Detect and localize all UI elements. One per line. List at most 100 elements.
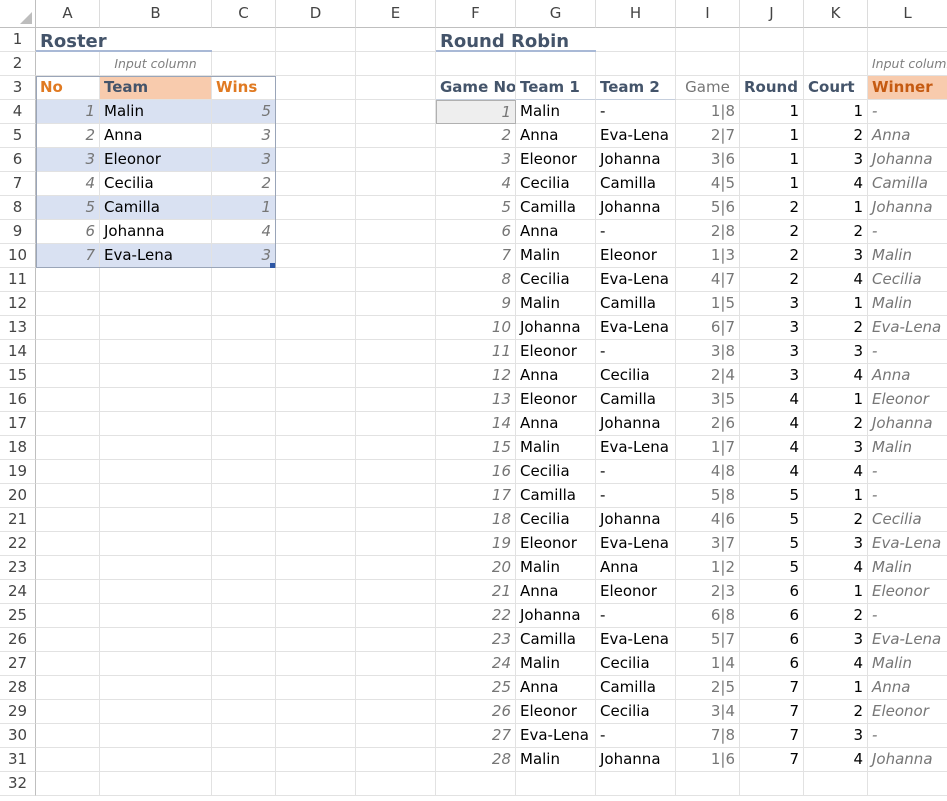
empty-cell[interactable] [100,724,212,748]
row-header-15[interactable]: 15 [0,364,36,388]
round-cell[interactable]: 7 [740,676,804,700]
column-header-K[interactable]: K [804,0,868,28]
winner-cell[interactable]: - [868,460,947,484]
empty-cell[interactable] [276,244,356,268]
round-cell[interactable]: 5 [740,484,804,508]
court-cell[interactable]: 4 [804,460,868,484]
game-pair-cell[interactable]: 3|4 [676,700,740,724]
game-no-cell[interactable]: 13 [436,388,516,412]
team1-cell[interactable]: Eva-Lena [516,724,596,748]
empty-cell[interactable] [36,316,100,340]
team2-cell[interactable]: Cecilia [596,700,676,724]
empty-cell[interactable] [212,604,276,628]
game-pair-cell[interactable]: 3|7 [676,532,740,556]
empty-cell[interactable] [100,628,212,652]
winner-cell[interactable]: - [868,100,947,124]
empty-cell[interactable] [356,340,436,364]
game-pair-cell[interactable]: 4|8 [676,460,740,484]
court-cell[interactable]: 1 [804,292,868,316]
empty-cell[interactable] [356,460,436,484]
team2-cell[interactable]: Eva-Lena [596,124,676,148]
game-no-cell[interactable]: 28 [436,748,516,772]
team2-cell[interactable]: - [596,220,676,244]
court-cell[interactable]: 4 [804,172,868,196]
row-header-6[interactable]: 6 [0,148,36,172]
round-cell[interactable]: 3 [740,364,804,388]
row-header-26[interactable]: 26 [0,628,36,652]
winner-cell[interactable]: Cecilia [868,508,947,532]
empty-cell[interactable] [36,604,100,628]
game-no-cell[interactable]: 20 [436,556,516,580]
empty-cell[interactable] [36,52,100,76]
winner-cell[interactable]: Eleonor [868,580,947,604]
roster-no-cell[interactable]: 4 [36,172,100,196]
team2-cell[interactable]: Cecilia [596,652,676,676]
row-header-11[interactable]: 11 [0,268,36,292]
row-header-5[interactable]: 5 [0,124,36,148]
game-no-cell[interactable]: 4 [436,172,516,196]
winner-cell[interactable]: Anna [868,364,947,388]
empty-cell[interactable] [276,316,356,340]
game-no-cell[interactable]: 21 [436,580,516,604]
round-robin-header-winner[interactable]: Winner [868,76,947,100]
roster-team-cell[interactable]: Eleonor [100,148,212,172]
row-header-25[interactable]: 25 [0,604,36,628]
round-cell[interactable]: 7 [740,700,804,724]
court-cell[interactable]: 3 [804,148,868,172]
game-pair-cell[interactable]: 2|7 [676,124,740,148]
roster-title[interactable]: Roster [36,28,212,52]
game-no-cell[interactable]: 2 [436,124,516,148]
game-no-cell[interactable]: 19 [436,532,516,556]
roster-wins-cell[interactable]: 4 [212,220,276,244]
empty-cell[interactable] [356,268,436,292]
empty-cell[interactable] [100,532,212,556]
row-header-21[interactable]: 21 [0,508,36,532]
team2-cell[interactable]: Anna [596,556,676,580]
game-no-cell[interactable]: 16 [436,460,516,484]
team1-cell[interactable]: Eleonor [516,388,596,412]
team1-cell[interactable]: Eleonor [516,340,596,364]
team1-cell[interactable]: Cecilia [516,268,596,292]
game-pair-cell[interactable]: 2|4 [676,364,740,388]
empty-cell[interactable] [868,772,947,796]
empty-cell[interactable] [276,52,356,76]
empty-cell[interactable] [356,556,436,580]
round-cell[interactable]: 2 [740,244,804,268]
empty-cell[interactable] [100,556,212,580]
roster-team-cell[interactable]: Cecilia [100,172,212,196]
row-header-18[interactable]: 18 [0,436,36,460]
roster-team-cell[interactable]: Malin [100,100,212,124]
empty-cell[interactable] [804,772,868,796]
column-header-H[interactable]: H [596,0,676,28]
empty-cell[interactable] [804,28,868,52]
team2-cell[interactable]: - [596,724,676,748]
game-pair-cell[interactable]: 1|8 [676,100,740,124]
game-pair-cell[interactable]: 2|6 [676,412,740,436]
court-cell[interactable]: 2 [804,220,868,244]
game-pair-cell[interactable]: 3|6 [676,148,740,172]
roster-wins-cell[interactable]: 1 [212,196,276,220]
round-robin-header-team1[interactable]: Team 1 [516,76,596,100]
team2-cell[interactable]: Johanna [596,196,676,220]
empty-cell[interactable] [36,460,100,484]
court-cell[interactable]: 2 [804,604,868,628]
court-cell[interactable]: 4 [804,364,868,388]
team1-cell[interactable]: Anna [516,676,596,700]
court-cell[interactable]: 1 [804,676,868,700]
team1-cell[interactable]: Johanna [516,316,596,340]
empty-cell[interactable] [276,436,356,460]
game-pair-cell[interactable]: 6|7 [676,316,740,340]
row-header-2[interactable]: 2 [0,52,36,76]
winner-cell[interactable]: - [868,724,947,748]
row-header-13[interactable]: 13 [0,316,36,340]
game-pair-cell[interactable]: 5|8 [676,484,740,508]
empty-cell[interactable] [36,724,100,748]
empty-cell[interactable] [36,364,100,388]
empty-cell[interactable] [276,196,356,220]
empty-cell[interactable] [36,556,100,580]
empty-cell[interactable] [276,556,356,580]
round-cell[interactable]: 1 [740,124,804,148]
round-cell[interactable]: 3 [740,340,804,364]
team2-cell[interactable]: Camilla [596,292,676,316]
empty-cell[interactable] [596,28,676,52]
